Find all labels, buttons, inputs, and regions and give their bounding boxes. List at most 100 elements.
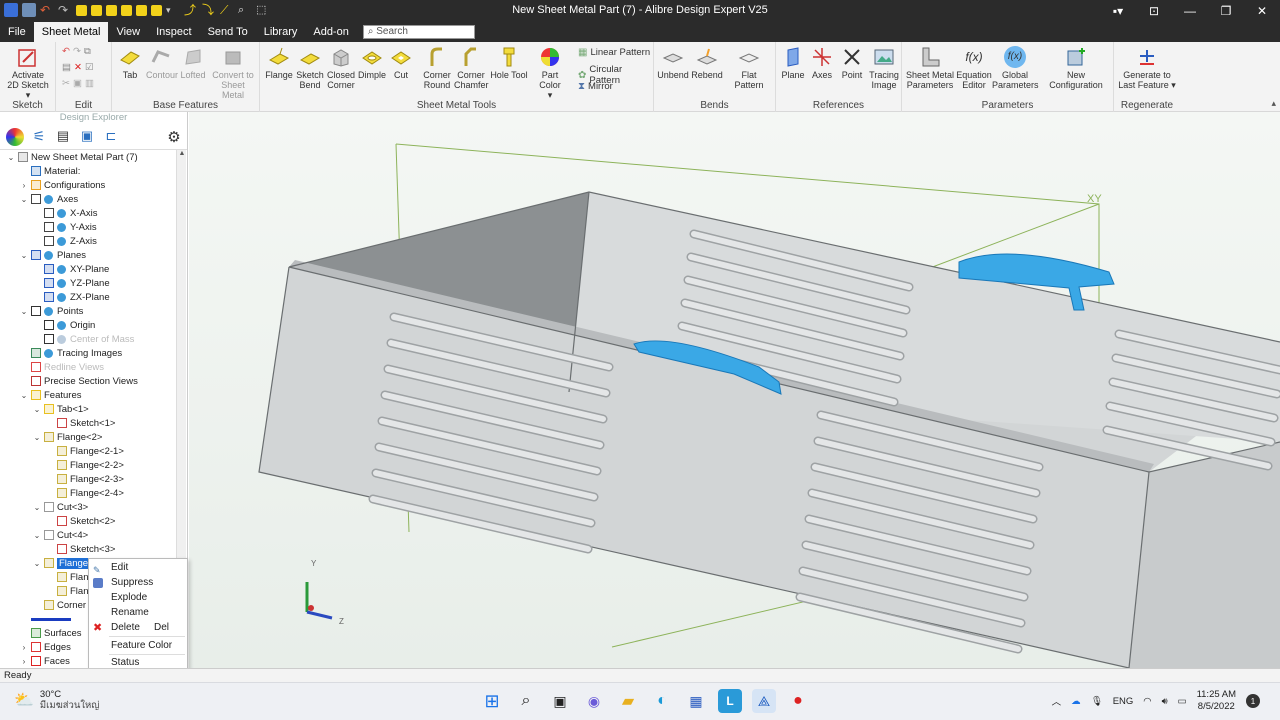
tree-item[interactable]: ⌄ Axes xyxy=(19,192,78,206)
microsoft-store-icon[interactable]: ▦ xyxy=(684,689,708,713)
redo-icon[interactable]: ↷ xyxy=(73,46,81,57)
tree-item[interactable]: Sketch<1> xyxy=(45,416,115,430)
collapse-ribbon-icon[interactable]: ▴ xyxy=(1271,98,1276,109)
visibility-eye-icon[interactable] xyxy=(44,348,53,358)
tab-add-on[interactable]: Add-on xyxy=(305,22,356,42)
tree-item[interactable]: › Faces xyxy=(19,654,70,668)
cut-clip-icon[interactable]: ✂ xyxy=(62,78,70,89)
tab-inspect[interactable]: Inspect xyxy=(148,22,199,42)
alibre-design-icon[interactable]: ⟁ xyxy=(752,689,776,713)
visibility-eye-icon[interactable] xyxy=(57,278,66,288)
sketch-bend-button[interactable]: Sketch Bend xyxy=(296,46,324,90)
cut-button[interactable]: Cut xyxy=(388,46,414,80)
part-color-button[interactable]: Part Color ▾ xyxy=(530,46,570,100)
menu-item-suppress[interactable]: Suppress xyxy=(89,576,187,590)
contour-button[interactable]: Contour xyxy=(146,46,178,80)
tree-item[interactable]: X-Axis xyxy=(32,206,97,220)
wifi-icon[interactable]: ◠ xyxy=(1143,696,1151,707)
ribbon-options-icon[interactable]: ▪▾ xyxy=(1100,0,1136,22)
expand-toggle-icon[interactable]: ⌄ xyxy=(19,307,29,316)
visibility-eye-icon[interactable] xyxy=(57,334,66,344)
menu-item-rename[interactable]: Rename xyxy=(89,606,187,620)
onedrive-icon[interactable]: ☁ xyxy=(1071,696,1081,707)
file-explorer-icon[interactable]: ▰ xyxy=(616,689,640,713)
visibility-eye-icon[interactable] xyxy=(57,222,66,232)
tree-item[interactable]: ⌄ Cut<4> xyxy=(32,528,89,542)
clipboard-icon[interactable]: ▥ xyxy=(85,78,94,89)
menu-item-feature-color[interactable]: Feature Color xyxy=(89,639,187,653)
visibility-eye-icon[interactable] xyxy=(44,306,53,316)
edge-browser-icon[interactable]: ◐ xyxy=(650,689,674,713)
tree-item[interactable]: ⌄ New Sheet Metal Part (7) xyxy=(6,150,138,164)
tracing-image-button[interactable]: Tracing Image xyxy=(868,46,900,90)
tree-item[interactable]: › Configurations xyxy=(19,178,106,192)
search-input[interactable]: ⌕ Search xyxy=(362,25,475,39)
convert-to-sheet-metal-button[interactable]: Convert to Sheet Metal xyxy=(210,46,256,100)
3d-viewport[interactable]: XY Y Z xyxy=(189,112,1280,668)
tab-library[interactable]: Library xyxy=(256,22,306,42)
tree-item[interactable]: Corner R xyxy=(32,598,96,612)
equation-editor-button[interactable]: f(x) Equation Editor xyxy=(956,46,992,90)
paste-icon[interactable]: ▤ xyxy=(62,62,71,73)
flat-pattern-button[interactable]: Flat Pattern xyxy=(726,46,772,90)
tree-item[interactable] xyxy=(19,612,74,626)
lofted-button[interactable]: Lofted xyxy=(178,46,208,80)
corner-chamfer-button[interactable]: Corner Chamfer xyxy=(454,46,489,90)
select-all-icon[interactable]: ☑ xyxy=(85,62,94,73)
expand-toggle-icon[interactable]: ⌄ xyxy=(32,433,42,442)
tree-view-icon[interactable]: ⚟ xyxy=(30,128,48,146)
expand-toggle-icon[interactable]: › xyxy=(19,657,29,666)
settings-gear-icon[interactable]: ⚙ xyxy=(165,128,183,146)
tree-item[interactable]: ⌄ Features xyxy=(19,388,82,402)
sheet-metal-parameters-button[interactable]: Sheet Metal Parameters xyxy=(904,46,956,90)
tree-item[interactable]: YZ-Plane xyxy=(32,276,110,290)
tree-item[interactable]: Sketch<3> xyxy=(45,542,115,556)
expand-toggle-icon[interactable]: ⌄ xyxy=(32,503,42,512)
plane-button[interactable]: Plane xyxy=(778,46,808,80)
mirror-button[interactable]: ⧗ Mirror xyxy=(578,81,613,92)
microphone-icon[interactable]: 🎙︎ xyxy=(1091,696,1103,707)
tab-feature-button[interactable]: Tab xyxy=(116,46,144,80)
task-view-icon[interactable]: ▣ xyxy=(548,689,572,713)
expand-toggle-icon[interactable]: ⌄ xyxy=(32,531,42,540)
hierarchy-icon[interactable]: ⊏ xyxy=(102,128,120,146)
tab-view[interactable]: View xyxy=(108,22,148,42)
expand-toggle-icon[interactable]: ⌄ xyxy=(32,405,42,414)
visibility-eye-icon[interactable] xyxy=(57,320,66,330)
paste-special-icon[interactable]: ▣ xyxy=(73,78,82,89)
visibility-eye-icon[interactable] xyxy=(57,208,66,218)
notification-badge[interactable]: 1 xyxy=(1246,694,1260,708)
menu-item-edit[interactable]: ✎ Edit xyxy=(89,561,187,575)
weather-widget[interactable]: ⛅ 30°C มีเมฆส่วนใหญ่ xyxy=(14,689,99,711)
language-indicator[interactable]: ENG xyxy=(1113,696,1134,707)
tree-item[interactable]: ZX-Plane xyxy=(32,290,110,304)
axes-button[interactable]: Axes xyxy=(808,46,836,80)
dimple-button[interactable]: Dimple xyxy=(358,46,386,80)
hole-tool-button[interactable]: Hole Tool xyxy=(490,46,528,80)
tab-send-to[interactable]: Send To xyxy=(200,22,256,42)
tree-item[interactable]: Origin xyxy=(32,318,95,332)
show-hidden-icons-icon[interactable]: ︿ xyxy=(1052,694,1062,708)
model-canvas[interactable]: XY Y Z xyxy=(189,112,1280,668)
l-app-icon[interactable]: L xyxy=(718,689,742,713)
layout-icon[interactable]: ⊡ xyxy=(1136,0,1172,22)
menu-item-delete[interactable]: ✖ Delete Del xyxy=(89,621,187,635)
record-app-icon[interactable]: ● xyxy=(786,689,810,713)
expand-toggle-icon[interactable]: ⌄ xyxy=(19,251,29,260)
tree-item[interactable]: ⌄ Planes xyxy=(19,248,86,262)
teams-chat-icon[interactable]: ◉ xyxy=(582,689,606,713)
copy-icon[interactable]: ⧉ xyxy=(84,46,91,57)
expand-toggle-icon[interactable]: › xyxy=(19,643,29,652)
volume-icon[interactable]: 🔊︎ xyxy=(1162,696,1168,707)
point-button[interactable]: Point xyxy=(838,46,866,80)
tree-item[interactable]: XY-Plane xyxy=(32,262,109,276)
tree-item[interactable]: › Edges xyxy=(19,640,71,654)
restore-button[interactable]: ❐ xyxy=(1208,0,1244,22)
search-icon[interactable]: ⌕ xyxy=(514,689,538,713)
tree-item[interactable]: Tracing Images xyxy=(19,346,122,360)
generate-to-last-feature-button[interactable]: Generate to Last Feature ▾ xyxy=(1116,46,1178,90)
tab-file[interactable]: File xyxy=(0,22,34,42)
visibility-eye-icon[interactable] xyxy=(44,250,53,260)
visibility-eye-icon[interactable] xyxy=(44,194,53,204)
tree-item[interactable]: Flange<2-4> xyxy=(45,486,124,500)
